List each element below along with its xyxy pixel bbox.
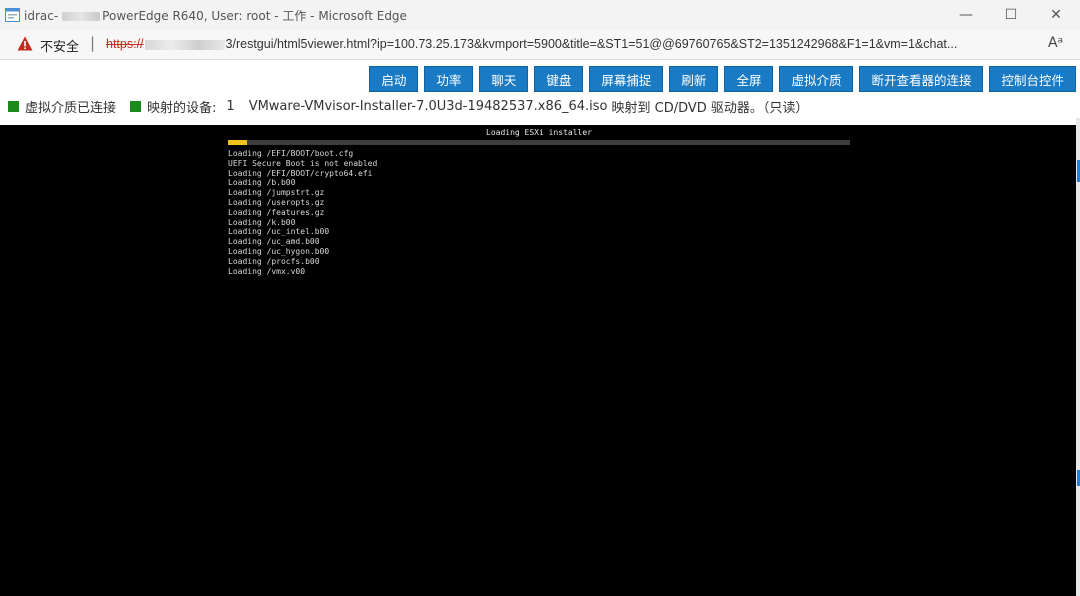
loading-progress-fill — [228, 140, 247, 145]
console-line: Loading /features.gz — [228, 207, 325, 217]
fullscreen-button[interactable]: 全屏 — [724, 66, 774, 92]
mapped-iso-filename: VMware-VMvisor-Installer-7.0U3d-19482537… — [248, 98, 608, 114]
remote-console-screen[interactable] — [0, 125, 1076, 596]
title-bar: idrac- PowerEdge R640, User: root - 工作 - … — [0, 0, 1080, 30]
console-line: Loading /uc_amd.b00 — [228, 237, 320, 247]
address-separator: | — [90, 34, 96, 52]
mapped-device-count: 1 — [226, 98, 235, 114]
refresh-button[interactable]: 刷新 — [669, 66, 719, 92]
console-line: Loading /useropts.gz — [228, 197, 325, 207]
console-controls-button[interactable]: 控制台控件 — [989, 66, 1076, 92]
url-scheme: https:// — [106, 37, 144, 51]
chat-button[interactable]: 聊天 — [479, 66, 529, 92]
console-output: Loading /EFI/BOOT/boot.cfg UEFI Secure Bo… — [228, 149, 377, 276]
close-button[interactable]: ✕ — [1033, 0, 1079, 30]
console-line: Loading /uc_intel.b00 — [228, 227, 330, 237]
maximize-button[interactable]: ☐ — [988, 0, 1034, 30]
virtual-media-status: 虚拟介质已连接 映射的设备: 1 VMware-VMvisor-Installe… — [8, 97, 809, 116]
console-line: Loading /jumpstrt.gz — [228, 188, 325, 198]
console-line: Loading /vmx.v00 — [228, 266, 306, 276]
warning-icon[interactable] — [17, 36, 33, 51]
redacted-hostname — [62, 12, 101, 21]
keyboard-button[interactable]: 键盘 — [534, 66, 584, 92]
window-title: idrac- PowerEdge R640, User: root - 工作 - … — [24, 9, 407, 23]
console-line: UEFI Secure Boot is not enabled — [228, 158, 378, 168]
disconnect-viewer-button[interactable]: 断开查看器的连接 — [859, 66, 984, 92]
console-line: Loading /EFI/BOOT/crypto64.efi — [228, 168, 373, 178]
url-path: 3/restgui/html5viewer.html?ip=100.73.25.… — [225, 37, 958, 51]
boot-button[interactable]: 启动 — [369, 66, 419, 92]
address-bar[interactable]: 不安全 | https:// 3/restgui/html5viewer.html… — [0, 30, 1080, 60]
loading-progress-bar — [228, 140, 850, 145]
console-line: Loading /uc_hygon.b00 — [228, 246, 330, 256]
viewer-toolbar: 启动 功率 聊天 键盘 屏幕捕捉 刷新 全屏 虚拟介质 断开查看器的连接 控制台… — [369, 66, 1076, 92]
url-field[interactable]: https:// 3/restgui/html5viewer.html?ip=10… — [106, 37, 1040, 51]
console-line: Loading /k.b00 — [228, 217, 296, 227]
read-aloud-icon[interactable]: Aᵃ — [1048, 35, 1063, 51]
redacted-host — [144, 39, 225, 50]
mapped-device-label: 映射的设备: — [147, 100, 217, 116]
not-secure-label[interactable]: 不安全 — [40, 36, 79, 55]
browser-page-icon — [5, 8, 20, 22]
virtual-media-button[interactable]: 虚拟介质 — [779, 66, 854, 92]
console-line: Loading /b.b00 — [228, 178, 296, 188]
console-line: Loading /procfs.b00 — [228, 256, 320, 266]
mapped-device-description: 映射到 CD/DVD 驱动器。（只读） — [611, 100, 809, 116]
virtual-media-connected-text: 虚拟介质已连接 — [25, 100, 117, 116]
power-button[interactable]: 功率 — [424, 66, 474, 92]
console-line: Loading /EFI/BOOT/boot.cfg — [228, 149, 354, 158]
connected-indicator-icon — [8, 100, 19, 112]
minimize-button[interactable]: — — [943, 0, 989, 30]
screen-capture-button[interactable]: 屏幕捕捉 — [589, 66, 664, 92]
console-title: Loading ESXi installer — [486, 128, 592, 137]
mapped-device-indicator-icon — [130, 100, 142, 112]
page-scrollbar[interactable] — [1076, 118, 1080, 596]
